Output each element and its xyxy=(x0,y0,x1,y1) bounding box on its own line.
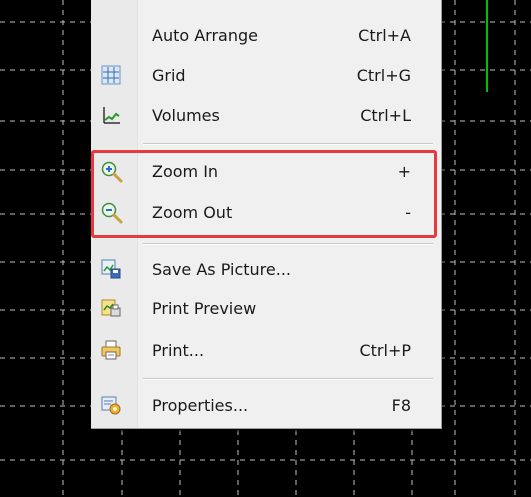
menu-item-shortcut: F8 xyxy=(391,396,411,415)
menu-item-label: Print... xyxy=(152,341,205,360)
print-preview-icon xyxy=(101,298,121,318)
menu-item-shortcut: Ctrl+A xyxy=(358,26,411,45)
zoom-highlight-box xyxy=(91,150,437,238)
menu-item-label: Print Preview xyxy=(152,299,257,318)
menu-item-label: Save As Picture... xyxy=(152,260,292,279)
menu-item-grid[interactable]: Grid Ctrl+G xyxy=(91,58,441,92)
menu-item-shortcut: Ctrl+G xyxy=(356,66,411,85)
volumes-icon xyxy=(101,105,121,125)
menu-item-volumes[interactable]: Volumes Ctrl+L xyxy=(91,98,441,132)
save-picture-icon xyxy=(101,259,121,279)
menu-item-label: Grid xyxy=(152,66,186,85)
menu-separator xyxy=(143,243,433,245)
properties-icon xyxy=(101,395,121,415)
menu-item-print-preview[interactable]: Print Preview xyxy=(91,291,441,325)
menu-item-label: Properties... xyxy=(152,396,249,415)
grid-icon xyxy=(101,65,121,85)
menu-item-properties[interactable]: Properties... F8 xyxy=(91,388,441,422)
menu-item-save-as-picture[interactable]: Save As Picture... xyxy=(91,252,441,286)
menu-item-label: Auto Arrange xyxy=(152,26,258,45)
menu-separator xyxy=(143,143,433,145)
menu-item-shortcut: Ctrl+P xyxy=(359,341,411,360)
menu-item-label: Volumes xyxy=(152,106,220,125)
menu-separator xyxy=(143,378,433,380)
menu-item-auto-arrange[interactable]: Auto Arrange Ctrl+A xyxy=(91,18,441,52)
menu-item-print[interactable]: Print... Ctrl+P xyxy=(91,333,441,367)
print-icon xyxy=(101,340,121,360)
menu-item-shortcut: Ctrl+L xyxy=(360,106,411,125)
